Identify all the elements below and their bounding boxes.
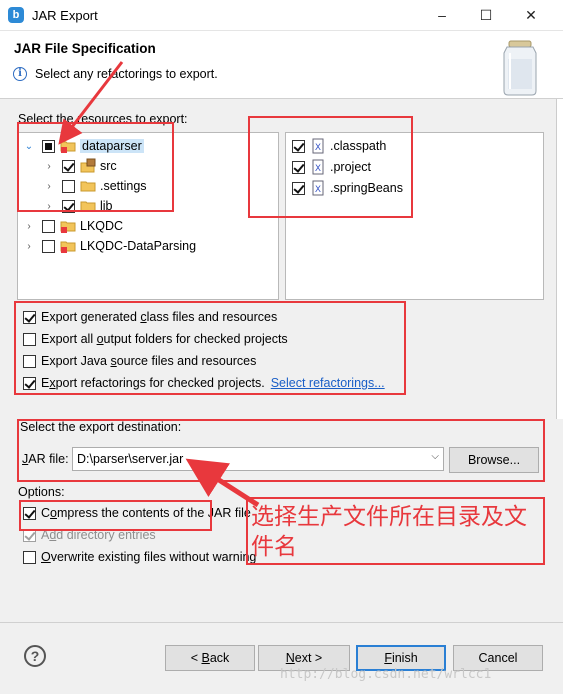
arrow-to-jar-file — [185, 458, 260, 508]
arrow-to-project — [58, 61, 124, 145]
footer-separator — [0, 622, 563, 623]
back-button[interactable]: < Back — [165, 645, 255, 671]
watermark: http://blog.csdn.net/wrlcc1 — [280, 667, 492, 682]
help-icon[interactable]: ? — [24, 645, 46, 667]
annotation-arrows — [58, 61, 260, 508]
